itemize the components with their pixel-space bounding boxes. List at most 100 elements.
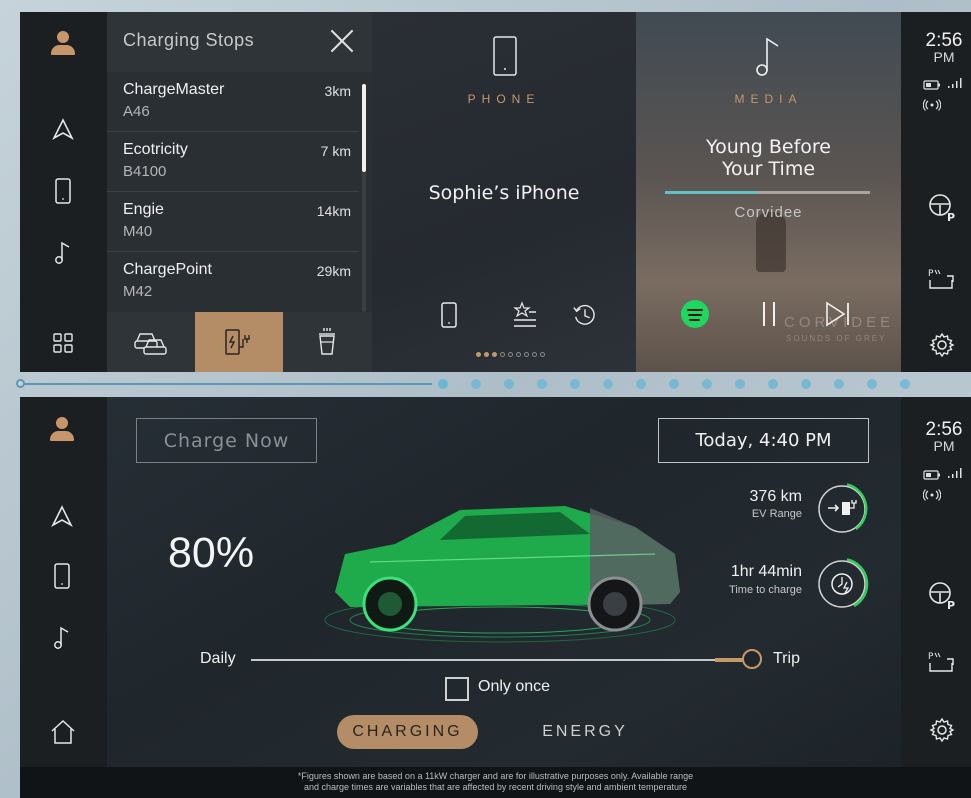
steering-wheel-park-icon[interactable]: P xyxy=(927,192,957,222)
screen-pager-dot[interactable] xyxy=(603,379,613,389)
broadcast-icon xyxy=(922,486,942,505)
stops-scrollbar[interactable] xyxy=(362,84,366,312)
avatar-icon[interactable] xyxy=(50,30,76,56)
charge-now-button[interactable]: Charge Now xyxy=(136,418,317,463)
apps-grid-icon[interactable] xyxy=(50,330,76,356)
handset-icon[interactable] xyxy=(436,300,462,330)
ev-range-gauge xyxy=(818,483,868,533)
screen-pager-dot[interactable] xyxy=(537,379,547,389)
filter-tab-coffee[interactable] xyxy=(283,312,371,372)
charging-screen: Charge Now Today, 4:40 PM 80% 376 km EV … xyxy=(20,397,971,798)
time-to-charge-value: 1hr 44min xyxy=(730,563,802,580)
screen-pager-dot[interactable] xyxy=(636,379,646,389)
screen-pager-dot[interactable] xyxy=(471,379,481,389)
screen-pager-dot[interactable] xyxy=(735,379,745,389)
signal-icon xyxy=(947,464,963,483)
charging-stop-item[interactable]: ChargePoint M42 29km xyxy=(107,252,359,312)
page-dot[interactable] xyxy=(532,352,537,357)
left-nav-rail xyxy=(20,397,107,767)
charging-stop-item[interactable]: Engie M40 14km xyxy=(107,192,359,252)
page-dot[interactable] xyxy=(492,352,497,357)
phone-panel[interactable]: PHONE Sophie’s iPhone xyxy=(372,12,636,372)
tab-energy[interactable]: ENERGY xyxy=(520,715,650,749)
charging-stop-item[interactable]: ChargeMaster A46 3km xyxy=(107,72,359,132)
spotify-icon[interactable] xyxy=(681,300,709,328)
screen-pager-dot[interactable] xyxy=(867,379,877,389)
page-dot[interactable] xyxy=(500,352,505,357)
filter-tab-nearby[interactable] xyxy=(107,312,195,372)
battery-percentage: 80% xyxy=(168,529,255,577)
stop-road: M42 xyxy=(123,283,153,300)
charge-limit-slider-fill xyxy=(715,658,745,662)
right-status-rail: 2:56 PM P P xyxy=(901,12,971,372)
stop-distance: 14km xyxy=(316,203,351,219)
svg-text:P: P xyxy=(928,269,934,279)
infotainment-home-screen: Charging Stops ChargeMaster A46 3km Ecot… xyxy=(20,12,971,372)
charge-limit-slider[interactable] xyxy=(251,659,751,661)
media-panel[interactable]: MEDIA Young Before Your Time Corvidee CO… xyxy=(636,12,901,372)
tab-charging[interactable]: CHARGING xyxy=(337,715,478,749)
charging-stop-item[interactable]: Ecotricity B4100 7 km xyxy=(107,132,359,192)
screen-pager-dot[interactable] xyxy=(570,379,580,389)
left-nav-rail xyxy=(20,12,107,372)
disclaimer-footnote: *Figures shown are based on a 11kW charg… xyxy=(20,767,971,798)
steering-wheel-park-icon[interactable]: P xyxy=(927,580,957,610)
settings-gear-icon[interactable] xyxy=(927,715,957,745)
close-icon[interactable] xyxy=(329,28,355,54)
stops-scroll-thumb[interactable] xyxy=(362,84,366,172)
screen-pager-dot[interactable] xyxy=(768,379,778,389)
svg-text:P: P xyxy=(947,599,955,610)
charging-stops-title: Charging Stops xyxy=(123,30,255,50)
phone-icon[interactable] xyxy=(53,563,71,593)
screen-pager-dot[interactable] xyxy=(702,379,712,389)
settings-gear-icon[interactable] xyxy=(927,330,957,360)
track-title-line2: Your Time xyxy=(721,158,816,180)
pager-track-line xyxy=(20,383,432,385)
screen-pager-dot[interactable] xyxy=(801,379,811,389)
pager-track-start xyxy=(16,379,25,388)
filter-tab-chargers[interactable] xyxy=(195,312,283,372)
screen-pager-dot[interactable] xyxy=(438,379,448,389)
track-progress-fill xyxy=(665,191,758,194)
stop-distance: 7 km xyxy=(320,143,351,159)
recent-calls-icon[interactable] xyxy=(572,300,598,330)
pause-icon[interactable] xyxy=(759,300,779,332)
screen-pager-dot[interactable] xyxy=(669,379,679,389)
navigation-icon[interactable] xyxy=(51,505,73,531)
charge-limit-slider-knob[interactable] xyxy=(742,649,762,669)
page-dot[interactable] xyxy=(476,352,481,357)
home-icon[interactable] xyxy=(50,719,76,749)
page-dot[interactable] xyxy=(516,352,521,357)
music-note-large-icon xyxy=(754,36,782,82)
clock: 2:56 PM xyxy=(919,419,969,454)
only-once-checkbox[interactable] xyxy=(445,677,469,701)
scheduled-time-button[interactable]: Today, 4:40 PM xyxy=(658,418,869,463)
stop-name: Engie xyxy=(123,201,164,218)
navigation-icon[interactable] xyxy=(50,116,76,142)
screen-pager-dot[interactable] xyxy=(504,379,514,389)
track-title: Young Before Your Time xyxy=(636,136,901,180)
page-indicator[interactable] xyxy=(476,352,545,357)
music-note-icon[interactable] xyxy=(50,240,76,266)
park-assist-icon[interactable]: P xyxy=(927,647,957,677)
page-dot[interactable] xyxy=(540,352,545,357)
phone-device-name: Sophie’s iPhone xyxy=(428,182,580,204)
screen-pager-dot[interactable] xyxy=(834,379,844,389)
screen-pager xyxy=(0,372,971,397)
phone-large-icon xyxy=(492,36,518,80)
page-dot[interactable] xyxy=(484,352,489,357)
park-assist-icon[interactable]: P xyxy=(927,264,957,294)
time-to-charge-label: Time to charge xyxy=(729,584,802,596)
signal-icon xyxy=(947,74,963,93)
music-note-icon[interactable] xyxy=(52,625,72,655)
avatar-icon[interactable] xyxy=(50,417,74,441)
skip-next-icon[interactable] xyxy=(824,301,852,331)
media-label: MEDIA xyxy=(734,92,803,106)
phone-icon[interactable] xyxy=(50,178,76,204)
page-dot[interactable] xyxy=(524,352,529,357)
page-dot[interactable] xyxy=(508,352,513,357)
charging-stops-panel: Charging Stops ChargeMaster A46 3km Ecot… xyxy=(107,12,372,372)
track-progress-bar[interactable] xyxy=(665,191,870,194)
favourites-icon[interactable] xyxy=(512,300,538,330)
screen-pager-dot[interactable] xyxy=(900,379,910,389)
